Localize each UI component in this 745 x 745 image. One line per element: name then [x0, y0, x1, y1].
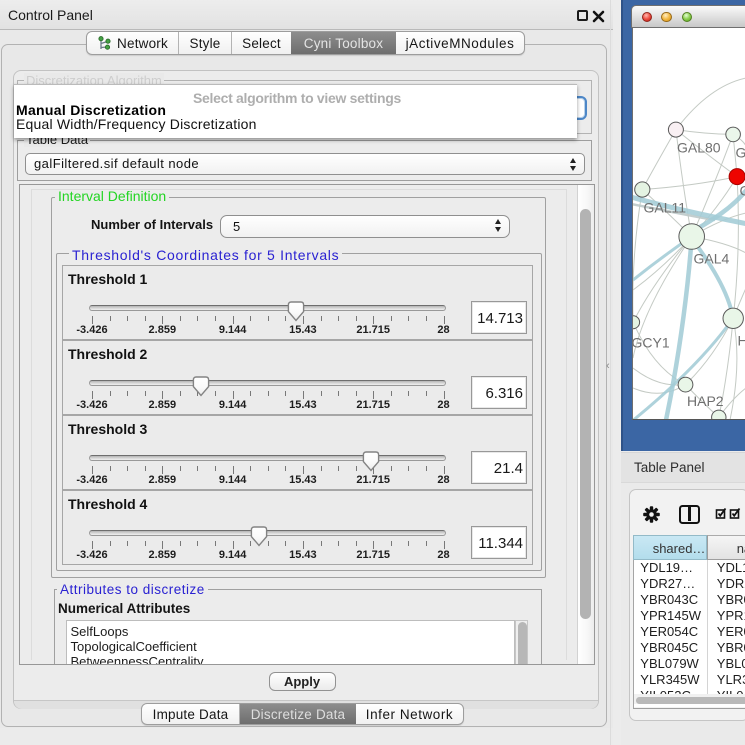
svg-text:GCY1: GCY1 [633, 335, 670, 351]
svg-text:HA: HA [738, 333, 745, 349]
svg-text:HAP2: HAP2 [687, 393, 724, 409]
svg-text:GAL80: GAL80 [677, 140, 721, 156]
svg-text:GAL11: GAL11 [644, 200, 687, 216]
svg-text:CR: CR [740, 183, 745, 199]
svg-text:GAL: GAL [736, 145, 745, 161]
svg-text:GAL4: GAL4 [694, 251, 730, 267]
